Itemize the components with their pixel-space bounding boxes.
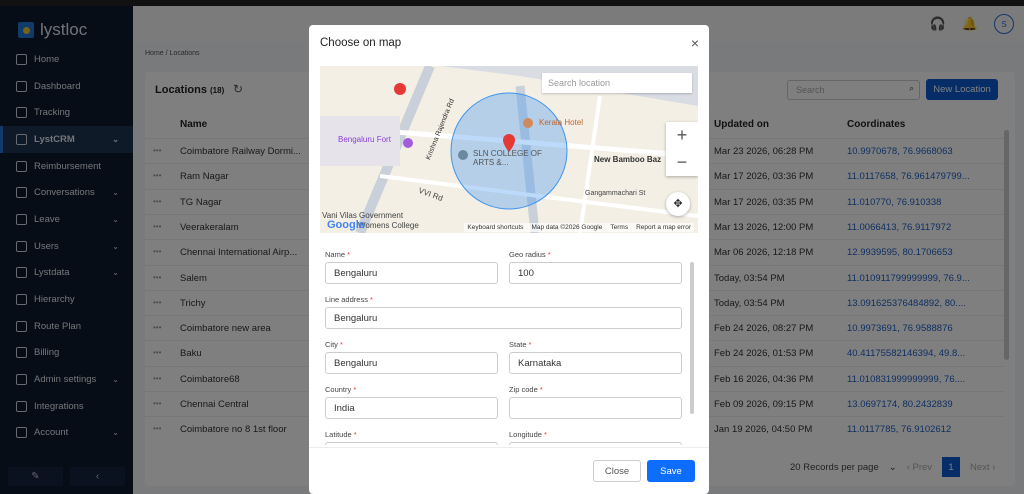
name-field[interactable]: Bengaluru [325, 262, 498, 284]
country-label: Country * [325, 385, 356, 394]
close-button[interactable]: Close [593, 460, 641, 482]
city-field[interactable]: Bengaluru [325, 352, 498, 374]
restaurant-icon [523, 118, 533, 128]
map-label-bazaar: New Bamboo Baz [594, 155, 661, 164]
geo-radius-label: Geo radius * [509, 250, 551, 259]
longitude-label: Longitude * [509, 430, 547, 439]
map-label-college: SLN COLLEGE OF ARTS &... [473, 149, 543, 167]
dialog-title: Choose on map [320, 37, 401, 49]
map-zoom-controls: +− [666, 122, 698, 176]
college-icon [458, 150, 468, 160]
map-pan-control-icon[interactable]: ✥ [666, 192, 690, 216]
latitude-field[interactable] [325, 442, 498, 445]
zip-code-field[interactable] [509, 397, 682, 419]
fort-icon [403, 138, 413, 148]
name-label: Name * [325, 250, 350, 259]
latitude-label: Latitude * [325, 430, 357, 439]
state-label: State * [509, 340, 532, 349]
line-address-label: Line address * [325, 295, 373, 304]
google-logo: Google [327, 219, 365, 231]
zoom-in-button[interactable]: + [666, 122, 698, 149]
map-search-input[interactable]: Search location [542, 73, 692, 93]
hospital-icon [394, 83, 406, 95]
map-label-fort: Bengaluru Fort [338, 135, 391, 144]
map-label-vani2: Womens College [358, 221, 419, 230]
location-form: Name * Bengaluru Geo radius * 100 Line a… [325, 249, 683, 445]
map-label-street: Gangammachari St [585, 190, 645, 197]
longitude-field[interactable] [509, 442, 682, 445]
zoom-out-button[interactable]: − [666, 149, 698, 176]
state-field[interactable]: Karnataka [509, 352, 682, 374]
report-error-link[interactable]: Report a map error [636, 224, 691, 231]
zip-code-label: Zip code * [509, 385, 543, 394]
terms-link[interactable]: Terms [610, 224, 628, 231]
geo-radius-field[interactable]: 100 [509, 262, 682, 284]
line-address-field[interactable]: Bengaluru [325, 307, 682, 329]
form-scrollbar[interactable] [690, 262, 694, 414]
city-label: City * [325, 340, 343, 349]
country-field[interactable]: India [325, 397, 498, 419]
map[interactable]: Bengaluru Fort Krishna Rajendra Rd Keral… [320, 66, 698, 233]
dialog-footer-divider [309, 447, 709, 448]
close-icon[interactable]: × [691, 35, 699, 51]
choose-on-map-dialog: Choose on map × Bengaluru Fort Krishna R… [309, 25, 709, 494]
keyboard-shortcuts-link[interactable]: Keyboard shortcuts [467, 224, 523, 231]
map-data-text: Map data ©2026 Google [531, 224, 602, 231]
save-button[interactable]: Save [647, 460, 695, 482]
map-label-hotel: Kerala Hotel [539, 118, 583, 127]
map-attribution: Keyboard shortcuts Map data ©2026 Google… [464, 223, 694, 232]
